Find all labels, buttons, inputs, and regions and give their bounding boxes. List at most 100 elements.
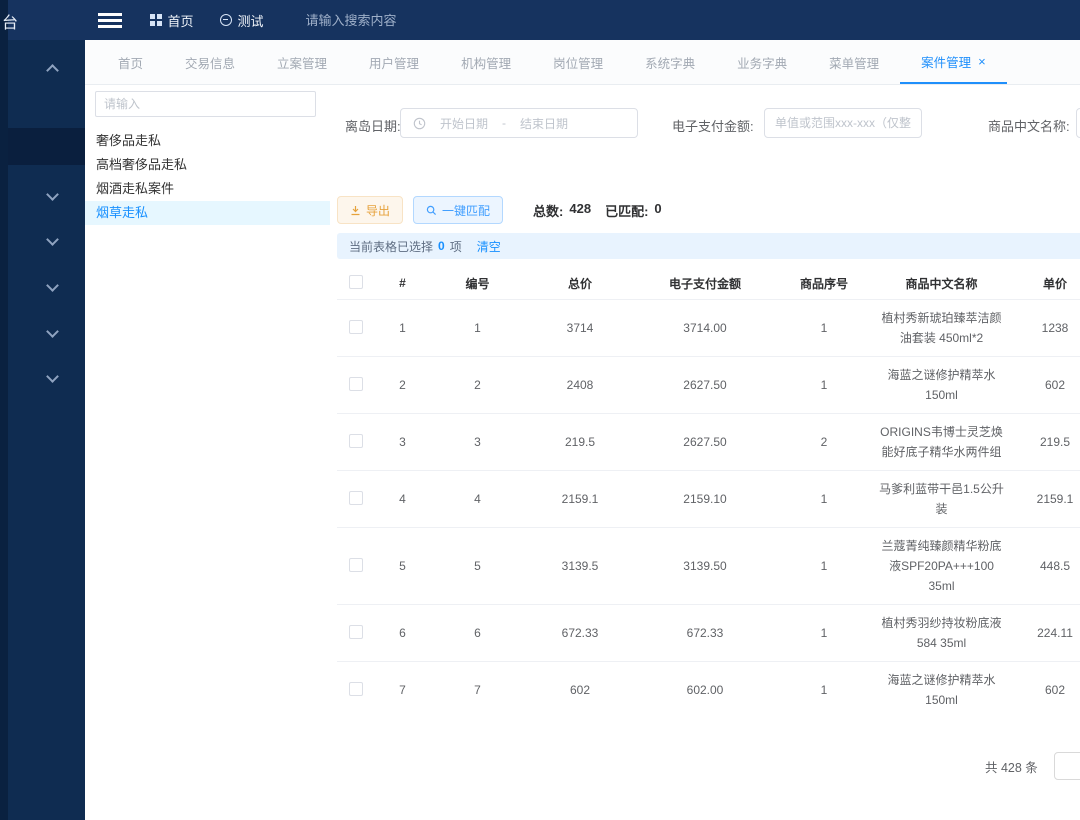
col-seq: 商品序号 xyxy=(775,275,873,292)
row-checkbox[interactable] xyxy=(349,491,363,505)
cell-index: 2 xyxy=(375,378,430,392)
tab-item[interactable]: 首页 xyxy=(97,40,164,84)
date-end-placeholder: 结束日期 xyxy=(520,115,568,132)
active-tab-label: 案件管理 xyxy=(921,52,971,71)
chevron-icon[interactable] xyxy=(46,370,59,383)
tree-search-input[interactable] xyxy=(95,91,316,117)
cell-payment-amount: 3139.50 xyxy=(635,559,775,573)
tab-item[interactable]: 用户管理 xyxy=(348,40,440,84)
cell-unit-price: 219.5 xyxy=(1010,435,1080,449)
select-all-checkbox[interactable] xyxy=(349,275,363,289)
tree-item[interactable]: 烟酒走私案件 xyxy=(85,177,330,201)
cell-code: 1 xyxy=(430,321,525,335)
col-total: 总价 xyxy=(525,275,635,292)
table-row: 3 3 219.5 2627.50 2 ORIGINS韦博士灵芝焕能好底子精华水… xyxy=(337,414,1080,471)
cell-product-seq: 1 xyxy=(775,321,873,335)
cell-total-price: 3139.5 xyxy=(525,559,635,573)
date-separator: - xyxy=(502,116,506,130)
results-table: # 编号 总价 电子支付金额 商品序号 商品中文名称 单价 1 1 3714 3… xyxy=(337,267,1080,704)
tab-item[interactable]: 系统字典 xyxy=(624,40,716,84)
cell-index: 5 xyxy=(375,559,430,573)
export-button-label: 导出 xyxy=(366,202,390,219)
tab-item[interactable]: 菜单管理 xyxy=(808,40,900,84)
top-navbar: 首页 测试 xyxy=(0,0,1080,40)
tab-bar: 首页交易信息立案管理用户管理机构管理岗位管理系统字典业务字典菜单管理 案件管理 … xyxy=(85,40,1080,85)
cell-total-price: 219.5 xyxy=(525,435,635,449)
totals-text: 总数: 428 已匹配: 0 xyxy=(533,201,662,220)
table-row: 4 4 2159.1 2159.10 1 马爹利蓝带干邑1.5公升装 2159.… xyxy=(337,471,1080,528)
cell-total-price: 2408 xyxy=(525,378,635,392)
download-icon xyxy=(350,205,361,216)
row-checkbox[interactable] xyxy=(349,320,363,334)
tab-item[interactable]: 业务字典 xyxy=(716,40,808,84)
chevron-icon[interactable] xyxy=(46,188,59,201)
topnav-test[interactable]: 测试 xyxy=(220,11,264,30)
cell-payment-amount: 2627.50 xyxy=(635,435,775,449)
cell-payment-amount: 2159.10 xyxy=(635,492,775,506)
date-filter-label: 离岛日期: xyxy=(345,116,401,135)
export-button[interactable]: 导出 xyxy=(337,196,403,224)
chevron-icon[interactable] xyxy=(46,279,59,292)
tree-item[interactable]: 烟草走私 xyxy=(85,201,330,225)
cell-code: 2 xyxy=(430,378,525,392)
table-row: 7 7 602 602.00 1 海蓝之谜修护精萃水 150ml 602 xyxy=(337,662,1080,704)
close-tab-icon[interactable]: × xyxy=(978,54,986,69)
col-payment: 电子支付金额 xyxy=(635,275,775,292)
payment-filter-input[interactable] xyxy=(764,108,922,138)
product-name-filter-input[interactable] xyxy=(1076,108,1080,138)
tab-item[interactable]: 立案管理 xyxy=(256,40,348,84)
filter-row: 离岛日期: 开始日期 - 结束日期 电子支付金额: 商品中文名称: xyxy=(337,108,1080,140)
global-search-input[interactable] xyxy=(306,13,466,28)
cell-unit-price: 448.5 xyxy=(1010,559,1080,573)
selection-count: 0 xyxy=(438,239,445,253)
circle-minus-icon xyxy=(220,14,232,26)
tree-item[interactable]: 奢侈品走私 xyxy=(85,129,330,153)
cell-product-name: ORIGINS韦博士灵芝焕能好底子精华水两件组 xyxy=(873,414,1010,470)
page-size-select[interactable] xyxy=(1054,752,1080,780)
row-checkbox[interactable] xyxy=(349,558,363,572)
row-checkbox[interactable] xyxy=(349,434,363,448)
col-index: # xyxy=(375,276,430,290)
tab-item[interactable]: 岗位管理 xyxy=(532,40,624,84)
cell-total-price: 3714 xyxy=(525,321,635,335)
cell-index: 3 xyxy=(375,435,430,449)
date-range-picker[interactable]: 开始日期 - 结束日期 xyxy=(400,108,638,138)
table-row: 6 6 672.33 672.33 1 植村秀羽纱持妆粉底液584 35ml 2… xyxy=(337,605,1080,662)
sidebar-active-item[interactable] xyxy=(0,128,85,165)
date-start-placeholder: 开始日期 xyxy=(440,115,488,132)
topnav-test-label: 测试 xyxy=(238,11,264,30)
menu-icon[interactable] xyxy=(98,13,122,16)
match-button[interactable]: 一键匹配 xyxy=(413,196,503,224)
cell-index: 6 xyxy=(375,626,430,640)
chevron-icon[interactable] xyxy=(46,64,59,77)
topnav-home[interactable]: 首页 xyxy=(150,11,194,30)
cell-product-seq: 1 xyxy=(775,559,873,573)
cell-code: 4 xyxy=(430,492,525,506)
tab-case-management-active[interactable]: 案件管理 × xyxy=(900,40,1007,84)
brand-text: 台 xyxy=(2,9,18,33)
col-name: 商品中文名称 xyxy=(873,275,1010,292)
row-checkbox[interactable] xyxy=(349,377,363,391)
chevron-icon[interactable] xyxy=(46,325,59,338)
cell-product-name: 海蓝之谜修护精萃水 150ml xyxy=(873,662,1010,704)
cell-unit-price: 2159.1 xyxy=(1010,492,1080,506)
row-checkbox[interactable] xyxy=(349,682,363,696)
toolbar: 导出 一键匹配 总数: 428 已匹配: 0 xyxy=(337,196,662,224)
row-checkbox[interactable] xyxy=(349,625,363,639)
cell-payment-amount: 672.33 xyxy=(635,626,775,640)
cell-payment-amount: 3714.00 xyxy=(635,321,775,335)
tree-item[interactable]: 高档奢侈品走私 xyxy=(85,153,330,177)
cell-product-name: 马爹利蓝带干邑1.5公升装 xyxy=(873,471,1010,527)
chevron-icon[interactable] xyxy=(46,233,59,246)
table-header: # 编号 总价 电子支付金额 商品序号 商品中文名称 单价 xyxy=(337,267,1080,300)
cell-product-name: 海蓝之谜修护精萃水 150ml xyxy=(873,357,1010,413)
cell-product-name: 兰蔻菁纯臻颜精华粉底液SPF20PA+++100 35ml xyxy=(873,528,1010,604)
table-row: 2 2 2408 2627.50 1 海蓝之谜修护精萃水 150ml 602 xyxy=(337,357,1080,414)
total-value: 428 xyxy=(569,201,591,220)
payment-filter-label: 电子支付金额: xyxy=(672,116,754,135)
tab-item[interactable]: 机构管理 xyxy=(440,40,532,84)
tab-item[interactable]: 交易信息 xyxy=(164,40,256,84)
clear-selection-link[interactable]: 清空 xyxy=(477,238,501,255)
cell-payment-amount: 602.00 xyxy=(635,683,775,697)
matched-value: 0 xyxy=(654,201,661,220)
